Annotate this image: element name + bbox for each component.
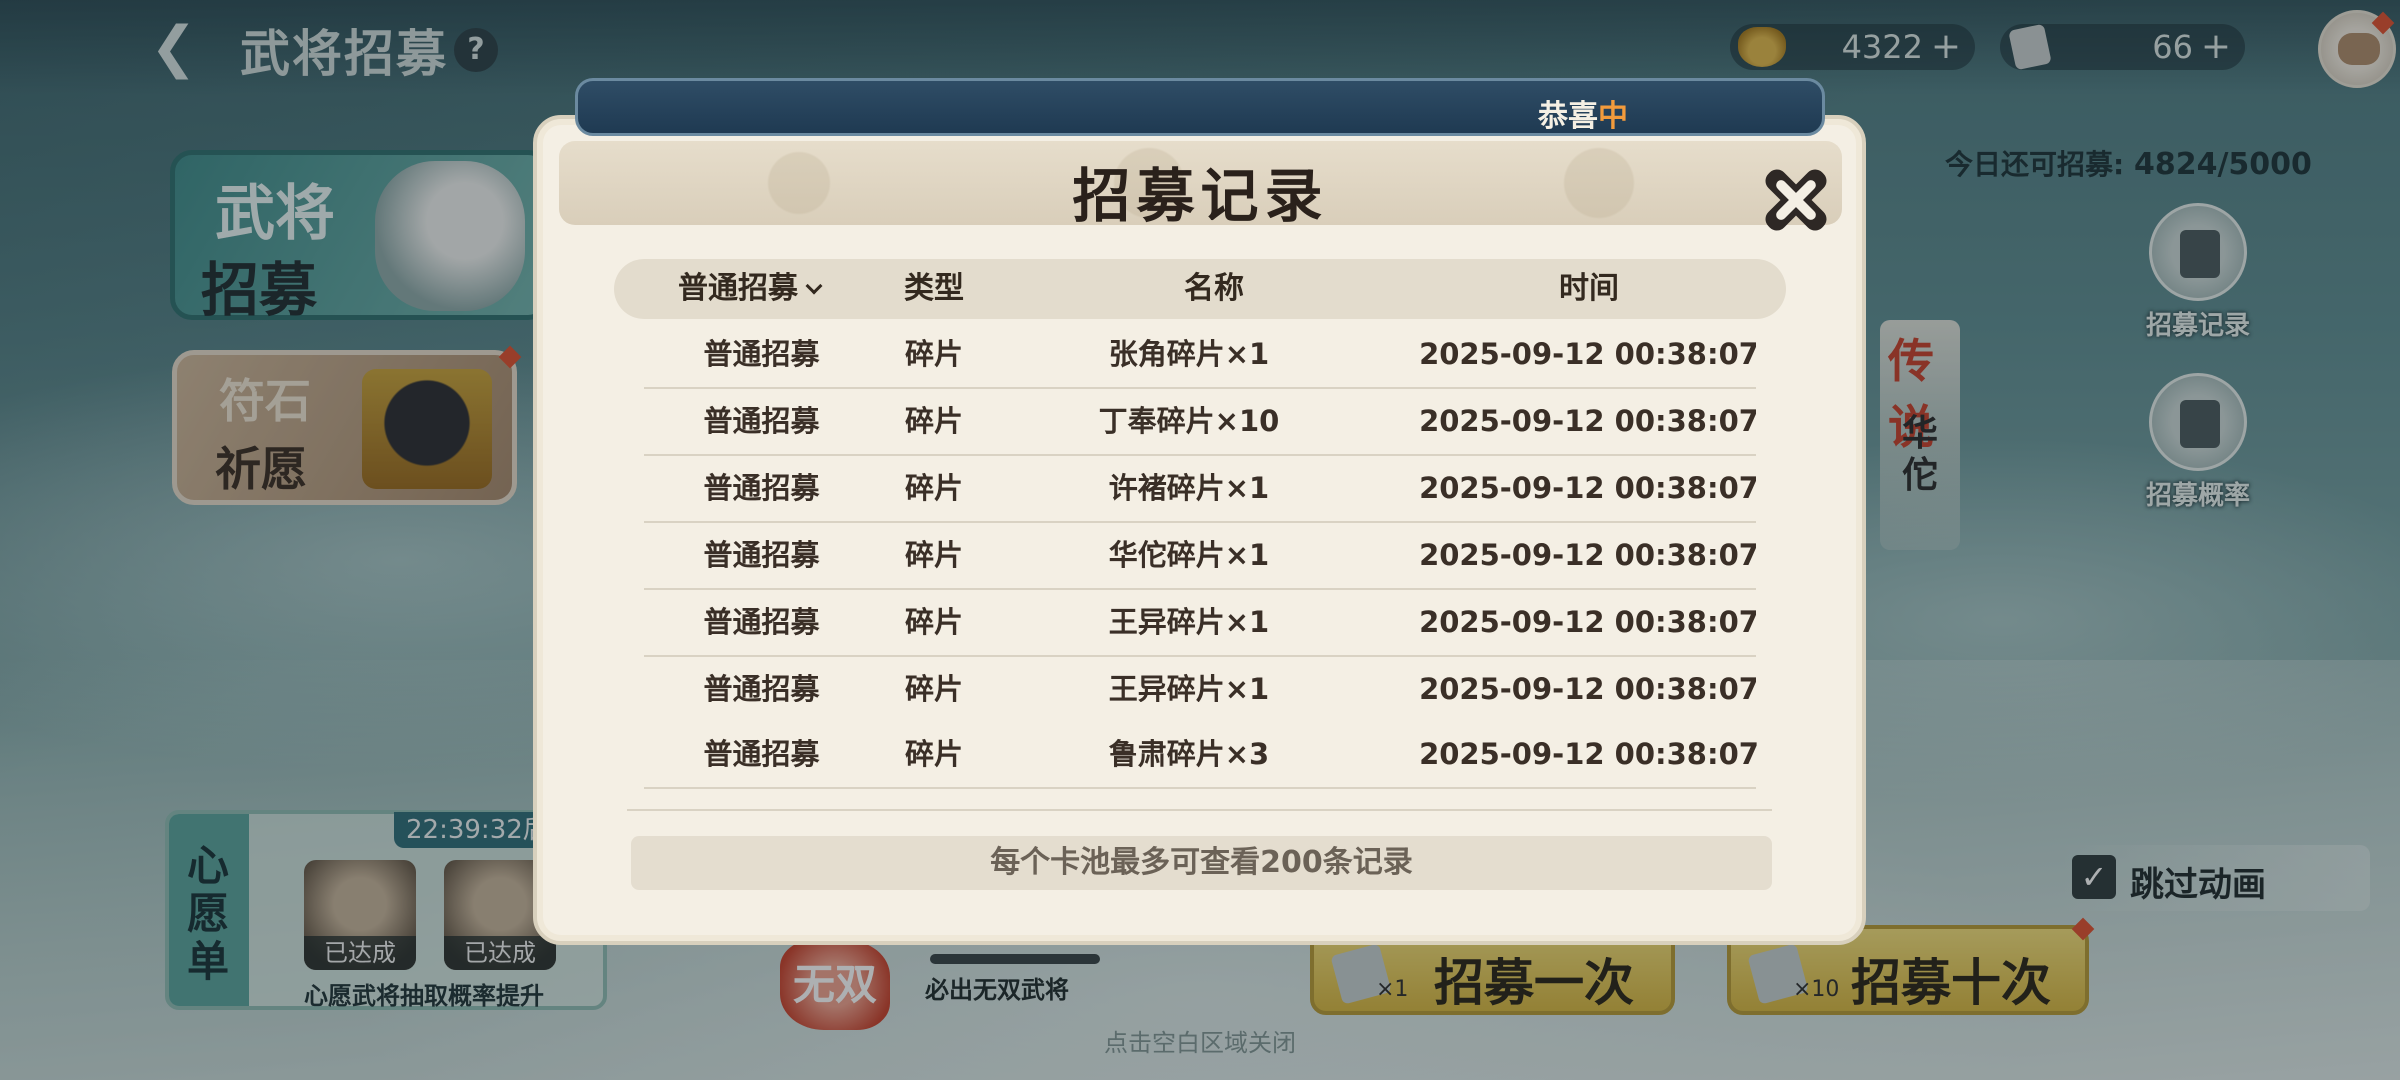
row-type: 碎片 [904, 337, 963, 371]
row-time: 2025-09-12 00:38:07 [1419, 538, 1756, 572]
table-row: 普通招募 碎片 华佗碎片×1 2025-09-12 00:38:07 [644, 523, 1756, 590]
table-row: 普通招募 碎片 许褚碎片×1 2025-09-12 00:38:07 [644, 456, 1756, 523]
ticker-prefix: 恭喜 [1538, 99, 1598, 134]
row-time: 2025-09-12 00:38:07 [1419, 672, 1756, 702]
congrats-ticker: 恭喜中 [575, 78, 1825, 136]
table-header: 普通招募 类型 名称 时间 [614, 259, 1786, 319]
modal-header: 招募记录 [559, 141, 1842, 235]
close-hint: 点击空白区域关闭 [1104, 1029, 1296, 1057]
records-limit-note: 每个卡池最多可查看200条记录 [631, 836, 1772, 890]
row-name: 许褚碎片×1 [1108, 471, 1270, 505]
row-pool: 普通招募 [703, 672, 820, 702]
row-pool: 普通招募 [703, 337, 820, 371]
row-pool: 普通招募 [703, 737, 820, 771]
row-pool: 普通招募 [703, 404, 820, 438]
row-type: 碎片 [904, 404, 963, 438]
row-name: 鲁肃碎片×3 [1108, 737, 1270, 771]
column-header-name: 名称 [1184, 271, 1244, 306]
row-pool: 普通招募 [703, 605, 820, 639]
table-row: 普通招募 碎片 鲁肃碎片×3 2025-09-12 00:38:07 [644, 722, 1759, 789]
records-list[interactable]: 普通招募 碎片 张角碎片×1 2025-09-12 00:38:07 普通招募 … [644, 322, 1756, 702]
table-row: 普通招募 碎片 丁奉碎片×10 2025-09-12 00:38:07 [644, 389, 1756, 456]
pool-filter-label: 普通招募 [678, 271, 798, 306]
table-row: 普通招募 碎片 王异碎片×1 2025-09-12 00:38:07 [644, 590, 1756, 657]
chevron-down-icon [805, 277, 823, 295]
row-name: 丁奉碎片×10 [1098, 404, 1280, 438]
row-pool: 普通招募 [703, 471, 820, 505]
row-name: 王异碎片×1 [1108, 672, 1270, 702]
column-header-type: 类型 [904, 271, 964, 306]
ticker-message: 恭喜中 [1538, 91, 1628, 134]
row-type: 碎片 [904, 672, 963, 702]
modal-title: 招募记录 [1072, 162, 1329, 230]
column-header-time: 时间 [1559, 271, 1619, 306]
row-time: 2025-09-12 00:38:07 [1419, 471, 1756, 505]
row-type: 碎片 [904, 471, 963, 505]
row-time: 2025-09-12 00:38:07 [1419, 737, 1759, 771]
row-pool: 普通招募 [703, 538, 820, 572]
row-type: 碎片 [904, 605, 963, 639]
table-row: 普通招募 碎片 王异碎片×1 2025-09-12 00:38:07 [644, 657, 1756, 702]
close-icon[interactable] [1759, 164, 1831, 236]
recruit-records-modal: 招募记录 普通招募 类型 名称 时间 普通招募 碎片 张角碎片×1 2025-0… [533, 115, 1866, 945]
table-row: 普通招募 碎片 张角碎片×1 2025-09-12 00:38:07 [644, 322, 1756, 389]
pool-filter-dropdown[interactable]: 普通招募 [634, 259, 864, 319]
list-divider [627, 809, 1772, 811]
row-time: 2025-09-12 00:38:07 [1419, 605, 1756, 639]
row-name: 张角碎片×1 [1108, 337, 1270, 371]
row-name: 王异碎片×1 [1108, 605, 1270, 639]
row-type: 碎片 [904, 538, 963, 572]
row-name: 华佗碎片×1 [1108, 538, 1270, 572]
ticker-highlight: 中 [1598, 99, 1628, 134]
row-type: 碎片 [904, 737, 963, 771]
row-time: 2025-09-12 00:38:07 [1419, 337, 1756, 371]
row-time: 2025-09-12 00:38:07 [1419, 404, 1756, 438]
